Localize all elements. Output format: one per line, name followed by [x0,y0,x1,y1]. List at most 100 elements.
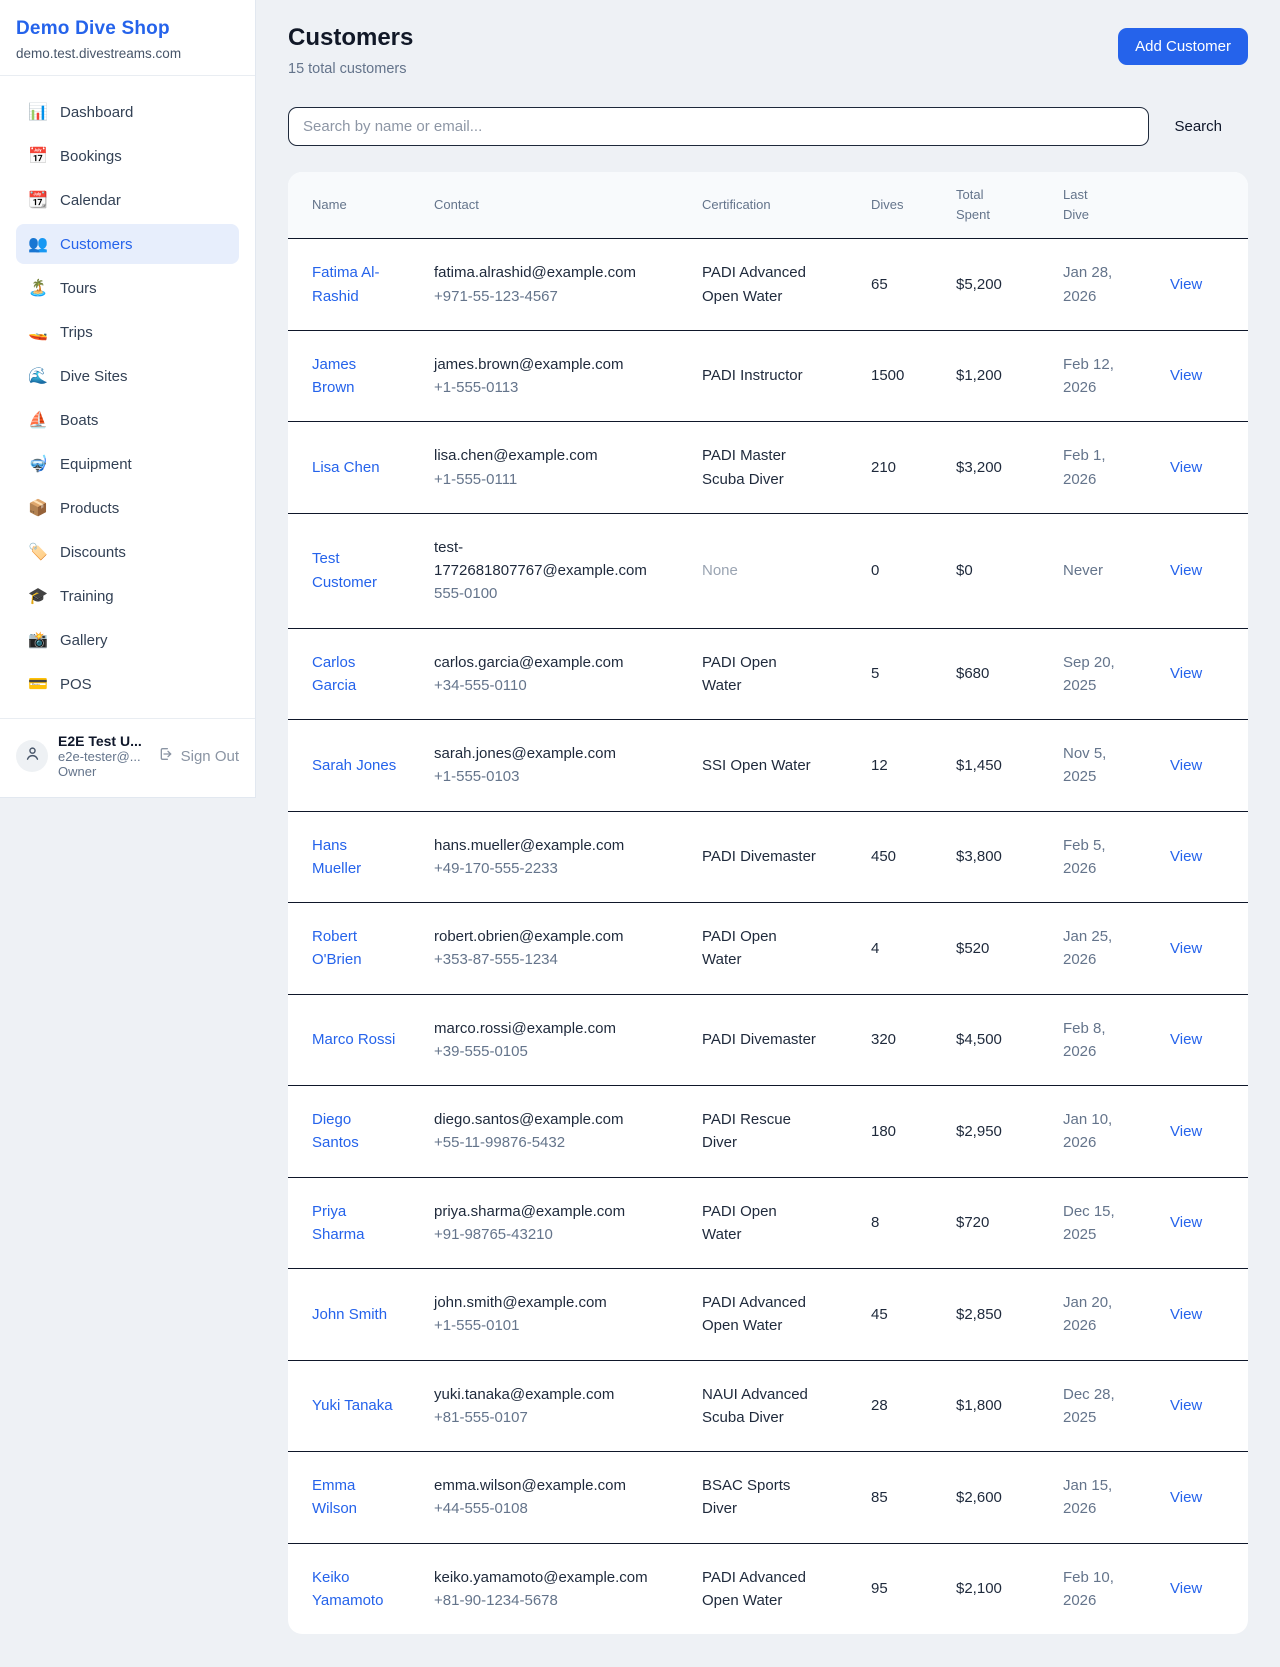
customer-contact-cell: yuki.tanaka@example.com+81-555-0107 [434,1360,702,1452]
customer-name-cell: Marco Rossi [288,994,434,1086]
page-header: Customers 15 total customers Add Custome… [288,24,1248,77]
sidebar-nav: 📊Dashboard📅Bookings📆Calendar👥Customers🏝️… [0,76,255,718]
customer-name-link[interactable]: Fatima Al-Rashid [312,264,380,304]
last-dive-value: Jan 28, 2026 [1063,264,1112,304]
customer-name-link[interactable]: Priya Sharma [312,1203,365,1243]
view-customer-link[interactable]: View [1170,459,1202,476]
table-row: James Brownjames.brown@example.com+1-555… [288,330,1248,422]
certification-cell: PADI Master Scuba Diver [702,422,871,514]
view-customer-link[interactable]: View [1170,1397,1202,1414]
certification-cell: PADI Open Water [702,1177,871,1269]
view-customer-link[interactable]: View [1170,1306,1202,1323]
customer-name-link[interactable]: Sarah Jones [312,757,396,774]
last-dive-cell: Jan 20, 2026 [1063,1269,1170,1361]
sidebar-item-bookings[interactable]: 📅Bookings [16,136,239,176]
customer-name-link[interactable]: Yuki Tanaka [312,1397,393,1414]
customer-name-link[interactable]: Robert O'Brien [312,928,362,968]
main-content: Customers 15 total customers Add Custome… [256,0,1280,1667]
table-row: Marco Rossimarco.rossi@example.com+39-55… [288,994,1248,1086]
customer-name-link[interactable]: Hans Mueller [312,837,361,877]
total-spent-value: $3,800 [956,848,1002,865]
view-customer-link[interactable]: View [1170,1214,1202,1231]
customer-name-cell: Priya Sharma [288,1177,434,1269]
view-customer-link[interactable]: View [1170,665,1202,682]
view-customer-link[interactable]: View [1170,276,1202,293]
sidebar-item-label: Customers [60,236,133,253]
sign-out-button[interactable]: Sign Out [158,746,239,766]
total-spent-value: $3,200 [956,459,1002,476]
add-customer-button[interactable]: Add Customer [1118,28,1248,65]
sidebar-item-discounts[interactable]: 🏷️Discounts [16,532,239,572]
dives-value: 85 [871,1489,888,1506]
customer-name-link[interactable]: Marco Rossi [312,1031,395,1048]
certification-value: PADI Master Scuba Diver [702,447,786,487]
package-icon: 📦 [28,498,48,518]
certification-value: PADI Advanced Open Water [702,264,806,304]
action-cell: View [1170,628,1248,720]
view-customer-link[interactable]: View [1170,1580,1202,1597]
sidebar-item-pos[interactable]: 💳POS [16,664,239,704]
customer-name-link[interactable]: John Smith [312,1306,387,1323]
action-cell: View [1170,513,1248,628]
last-dive-cell: Jan 25, 2026 [1063,903,1170,995]
sidebar-item-gallery[interactable]: 📸Gallery [16,620,239,660]
customer-name-link[interactable]: Keiko Yamamoto [312,1569,383,1609]
view-customer-link[interactable]: View [1170,1123,1202,1140]
view-customer-link[interactable]: View [1170,367,1202,384]
sidebar-item-equipment[interactable]: 🤿Equipment [16,444,239,484]
search-input[interactable] [288,107,1149,146]
total-spent-cell: $1,200 [956,330,1063,422]
dives-value: 0 [871,562,879,579]
sidebar-item-products[interactable]: 📦Products [16,488,239,528]
certification-cell: PADI Advanced Open Water [702,1543,871,1634]
customer-name-link[interactable]: Carlos Garcia [312,654,356,694]
view-customer-link[interactable]: View [1170,848,1202,865]
app-layout: Demo Dive Shop demo.test.divestreams.com… [0,0,1280,1667]
total-spent-cell: $4,500 [956,994,1063,1086]
table-row: Keiko Yamamotokeiko.yamamoto@example.com… [288,1543,1248,1634]
dives-cell: 0 [871,513,956,628]
customer-name-link[interactable]: Emma Wilson [312,1477,357,1517]
diving-mask-icon: 🤿 [28,454,48,474]
certification-value: PADI Open Water [702,1203,777,1243]
dives-cell: 180 [871,1086,956,1178]
customer-name-cell: Lisa Chen [288,422,434,514]
sidebar-item-trips[interactable]: 🚤Trips [16,312,239,352]
customer-name-link[interactable]: James Brown [312,356,356,396]
customer-name-link[interactable]: Diego Santos [312,1111,359,1151]
view-customer-link[interactable]: View [1170,757,1202,774]
view-customer-link[interactable]: View [1170,1489,1202,1506]
last-dive-value: Feb 8, 2026 [1063,1020,1106,1060]
customer-phone: +55-11-99876-5432 [434,1131,654,1154]
dives-value: 4 [871,940,879,957]
shop-name: Demo Dive Shop [16,18,239,40]
dives-cell: 8 [871,1177,956,1269]
customer-phone: +81-90-1234-5678 [434,1589,654,1612]
sidebar-item-dive-sites[interactable]: 🌊Dive Sites [16,356,239,396]
last-dive-value: Feb 1, 2026 [1063,447,1106,487]
search-button[interactable]: Search [1149,118,1248,135]
certification-value: PADI Rescue Diver [702,1111,791,1151]
customer-contact-cell: john.smith@example.com+1-555-0101 [434,1269,702,1361]
sidebar-item-tours[interactable]: 🏝️Tours [16,268,239,308]
total-spent-value: $0 [956,562,973,579]
customer-name-link[interactable]: Lisa Chen [312,459,380,476]
sidebar-item-boats[interactable]: ⛵Boats [16,400,239,440]
sidebar-item-dashboard[interactable]: 📊Dashboard [16,92,239,132]
last-dive-value: Jan 25, 2026 [1063,928,1112,968]
sidebar-item-customers[interactable]: 👥Customers [16,224,239,264]
view-customer-link[interactable]: View [1170,562,1202,579]
customer-name-cell: Carlos Garcia [288,628,434,720]
sidebar-item-label: Trips [60,324,93,341]
last-dive-value: Dec 15, 2025 [1063,1203,1115,1243]
customer-name-link[interactable]: Test Customer [312,550,377,590]
last-dive-cell: Sep 20, 2025 [1063,628,1170,720]
view-customer-link[interactable]: View [1170,940,1202,957]
customer-phone: +44-555-0108 [434,1497,654,1520]
total-spent-cell: $680 [956,628,1063,720]
sidebar-item-training[interactable]: 🎓Training [16,576,239,616]
sidebar-item-calendar[interactable]: 📆Calendar [16,180,239,220]
total-spent-cell: $2,950 [956,1086,1063,1178]
action-cell: View [1170,1177,1248,1269]
view-customer-link[interactable]: View [1170,1031,1202,1048]
